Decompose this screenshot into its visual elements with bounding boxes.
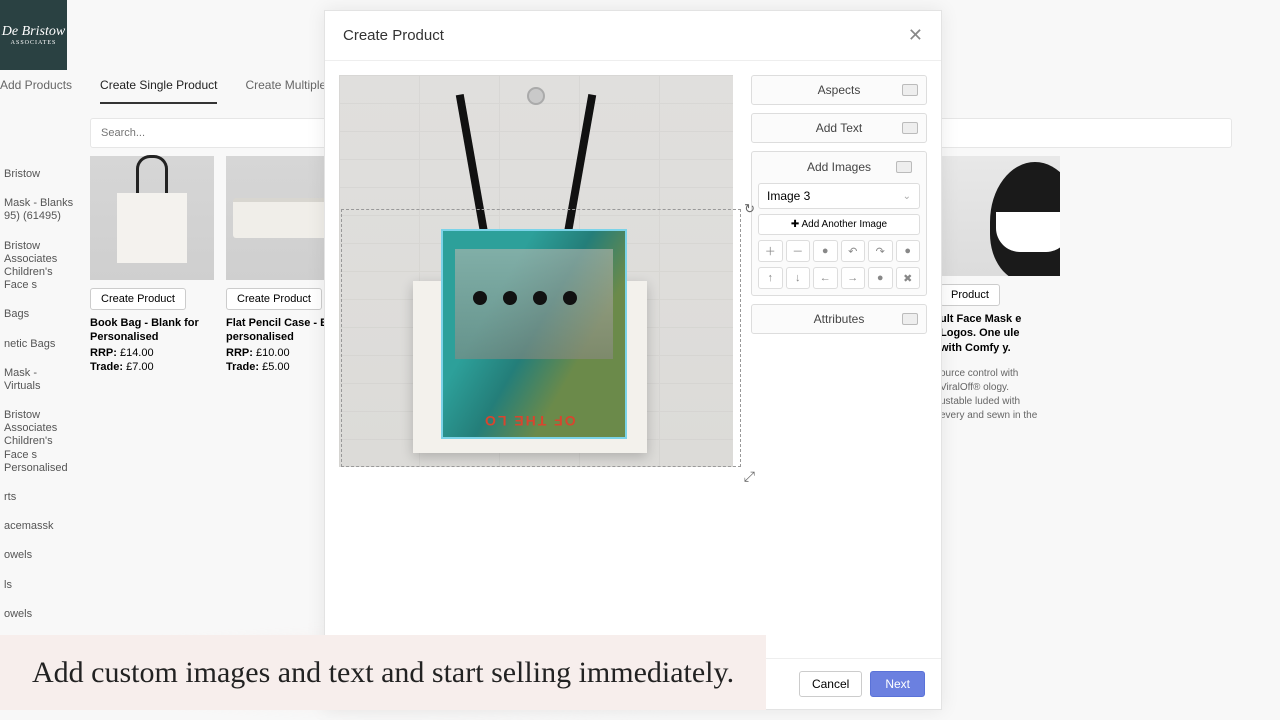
circle-icon[interactable]: ● [868,267,893,289]
modal-title: Create Product [343,27,444,44]
zoom-in-icon[interactable]: ＋ [758,240,783,262]
delete-icon[interactable]: ✖ [896,267,921,289]
product-card: Create Product Book Bag - Blank for Pers… [90,156,214,373]
category-sidebar: Bristow Mask - Blanks 95) (61495) Bristo… [0,160,80,671]
modal-header: Create Product ✕ [325,11,941,61]
product-card: Product ult Face Mask e Logos. One ule w… [940,156,1040,423]
rotate-left-icon[interactable]: ↶ [841,240,866,262]
zoom-out-icon[interactable]: － [786,240,811,262]
attributes-panel[interactable]: Attributes [752,305,926,333]
product-rrp: RRP: £14.00 [90,347,214,359]
move-up-icon[interactable]: ↑ [758,267,783,289]
create-product-button[interactable]: Product [940,284,1000,306]
tab-create-single[interactable]: Create Single Product [100,78,217,104]
add-images-panel[interactable]: Add Images [758,158,920,178]
product-title: ult Face Mask e Logos. One ule with Comf… [940,312,1040,355]
nav-tabs: Add Products Create Single Product Creat… [0,78,371,104]
sidebar-item[interactable]: Bags [0,300,80,329]
design-canvas[interactable]: ↻ ⤢ OF THE LO [339,75,733,467]
add-another-image-button[interactable]: ✚ Add Another Image [758,214,920,235]
create-product-button[interactable]: Create Product [226,288,322,310]
product-title: Book Bag - Blank for Personalised [90,316,214,345]
cancel-button[interactable]: Cancel [799,671,862,697]
image-tools-row1: ＋ － ● ↶ ↷ ● [758,240,920,262]
tab-add-products[interactable]: Add Products [0,78,72,104]
promo-caption: Add custom images and text and start sel… [0,635,766,710]
image-tools-row2: ↑ ↓ ← → ● ✖ [758,267,920,289]
reload-icon[interactable]: ↻ [744,201,755,217]
circle-icon[interactable]: ● [813,240,838,262]
product-thumb [940,156,1060,276]
sidebar-item[interactable]: Bristow [0,160,80,189]
sidebar-item[interactable]: owels [0,600,80,629]
sidebar-item[interactable]: ls [0,571,80,600]
camera-icon [902,122,918,134]
editor-side-panel: Aspects Add Text Add Images Image 3 ⌄ [751,75,927,644]
sidebar-item[interactable]: owels [0,541,80,570]
sidebar-item[interactable]: Mask - Virtuals [0,359,80,401]
camera-icon [896,161,912,173]
rotate-right-icon[interactable]: ↷ [868,240,893,262]
move-down-icon[interactable]: ↓ [786,267,811,289]
sidebar-item[interactable]: netic Bags [0,330,80,359]
expand-icon[interactable]: ⤢ [744,468,755,485]
circle-icon[interactable]: ● [896,240,921,262]
image-select[interactable]: Image 3 ⌄ [758,183,920,209]
move-left-icon[interactable]: ← [813,267,838,289]
sidebar-item[interactable]: Bristow Associates Children's Face s [0,232,80,301]
product-thumb [90,156,214,280]
next-button[interactable]: Next [870,671,925,697]
plus-icon: ✚ [791,219,799,230]
sidebar-item[interactable]: acemassk [0,512,80,541]
sidebar-item[interactable]: Mask - Blanks 95) (61495) [0,189,80,231]
close-icon[interactable]: ✕ [908,25,923,46]
aspects-panel[interactable]: Aspects [752,76,926,104]
camera-icon [902,313,918,325]
placed-image[interactable]: OF THE LO [441,229,627,439]
sidebar-item[interactable]: rts [0,483,80,512]
product-description: ource control with ViralOff® ology. usta… [940,367,1040,423]
product-trade: Trade: £7.00 [90,361,214,373]
camera-icon [902,84,918,96]
create-product-modal: Create Product ✕ ↻ ⤢ OF THE LO Aspe [324,10,942,710]
brand-logo: De Bristow ASSOCIATES [0,0,67,70]
create-product-button[interactable]: Create Product [90,288,186,310]
product-grid: Create Product Book Bag - Blank for Pers… [90,156,350,373]
add-text-panel[interactable]: Add Text [752,114,926,142]
sidebar-item[interactable]: Bristow Associates Children's Face s Per… [0,401,80,483]
chevron-down-icon: ⌄ [903,191,911,202]
move-right-icon[interactable]: → [841,267,866,289]
